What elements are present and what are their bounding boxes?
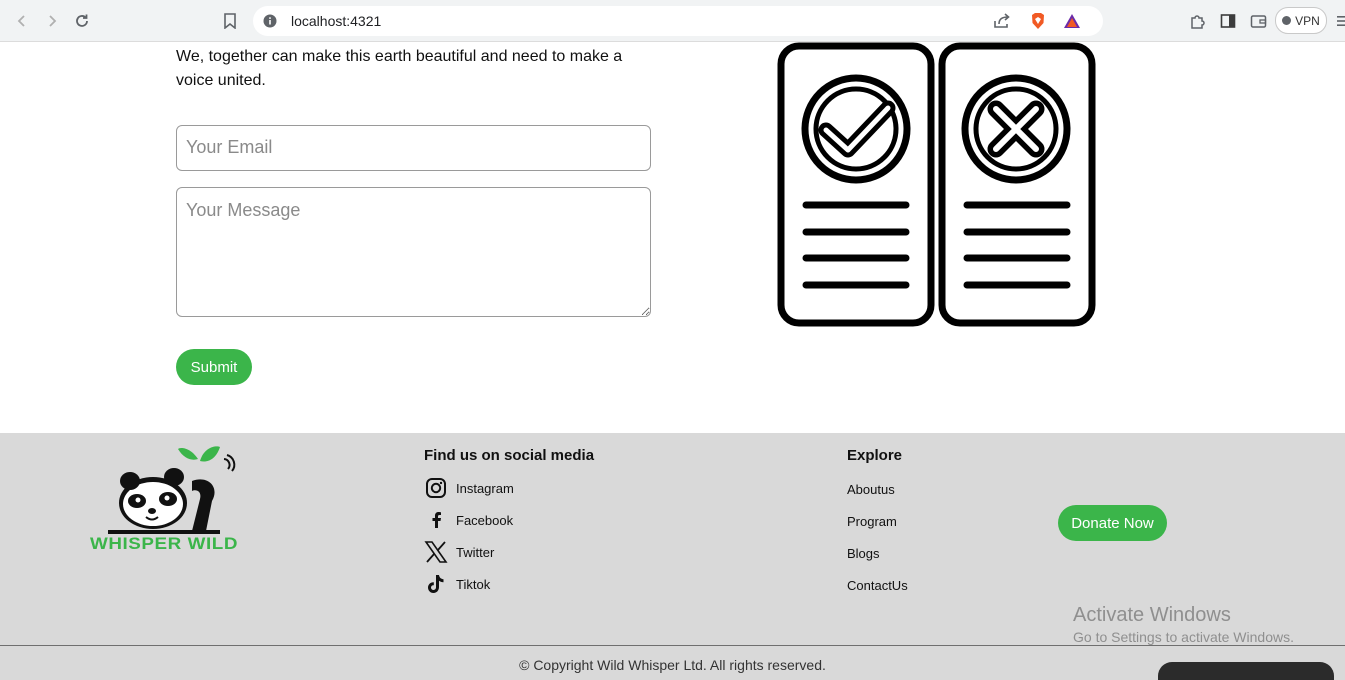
contact-intro-text: We, together can make this earth beautif… — [176, 48, 623, 89]
x-twitter-icon — [424, 540, 448, 564]
message-textarea[interactable] — [176, 187, 651, 317]
wallet-icon[interactable] — [1248, 11, 1268, 31]
cross-icon — [961, 74, 1071, 184]
site-footer: WHISPER WILD Find us on social media Ins… — [0, 433, 1345, 680]
activate-windows-subtitle: Go to Settings to activate Windows. — [1073, 629, 1294, 645]
share-icon[interactable] — [993, 12, 1011, 30]
activate-windows-watermark: Activate Windows Go to Settings to activ… — [1073, 604, 1294, 645]
instagram-icon — [424, 476, 448, 500]
address-bar[interactable]: localhost:4321 — [253, 6, 1103, 36]
explore-heading: Explore — [847, 447, 903, 464]
copyright-text: © Copyright Wild Whisper Ltd. All rights… — [519, 657, 826, 673]
check-icon — [801, 74, 911, 184]
forward-icon[interactable] — [40, 9, 64, 33]
browser-toolbar: localhost:4321 VPN — [0, 0, 1345, 42]
site-info-icon[interactable] — [261, 12, 279, 30]
footer-divider — [0, 645, 1345, 646]
url-text: localhost:4321 — [291, 13, 382, 29]
extensions-icon[interactable] — [1188, 11, 1208, 31]
vpn-label: VPN — [1295, 13, 1320, 28]
bookmark-icon[interactable] — [218, 9, 242, 33]
back-icon[interactable] — [10, 9, 34, 33]
brave-rewards-icon[interactable] — [1063, 12, 1081, 30]
activate-windows-title: Activate Windows — [1073, 604, 1231, 626]
taskbar-overlay — [1158, 662, 1334, 680]
approve-reject-illustration — [776, 42, 1096, 327]
social-link-instagram[interactable]: Instagram — [424, 476, 514, 500]
facebook-icon — [424, 508, 448, 532]
vpn-status-icon — [1282, 16, 1292, 25]
tiktok-icon — [424, 572, 448, 596]
menu-icon[interactable] — [1333, 11, 1345, 31]
social-link-facebook[interactable]: Facebook — [424, 508, 513, 532]
explore-link-contactus[interactable]: ContactUs — [847, 578, 908, 593]
social-media-heading: Find us on social media — [424, 447, 595, 464]
submit-button[interactable]: Submit — [176, 349, 252, 385]
vpn-button[interactable]: VPN — [1275, 7, 1327, 34]
social-link-tiktok[interactable]: Tiktok — [424, 572, 490, 596]
donate-now-button[interactable]: Donate Now — [1058, 505, 1167, 541]
social-link-twitter[interactable]: Twitter — [424, 540, 494, 564]
svg-text:WHISPER WILD: WHISPER WILD — [90, 534, 238, 551]
explore-link-aboutus[interactable]: Aboutus — [847, 482, 895, 497]
email-input[interactable] — [176, 125, 651, 171]
whisper-wild-logo[interactable]: WHISPER WILD — [88, 441, 240, 553]
sidebar-toggle-icon[interactable] — [1218, 11, 1238, 31]
explore-link-program[interactable]: Program — [847, 514, 897, 529]
reload-icon[interactable] — [70, 9, 94, 33]
brave-shield-icon[interactable] — [1029, 12, 1047, 30]
explore-link-blogs[interactable]: Blogs — [847, 546, 880, 561]
